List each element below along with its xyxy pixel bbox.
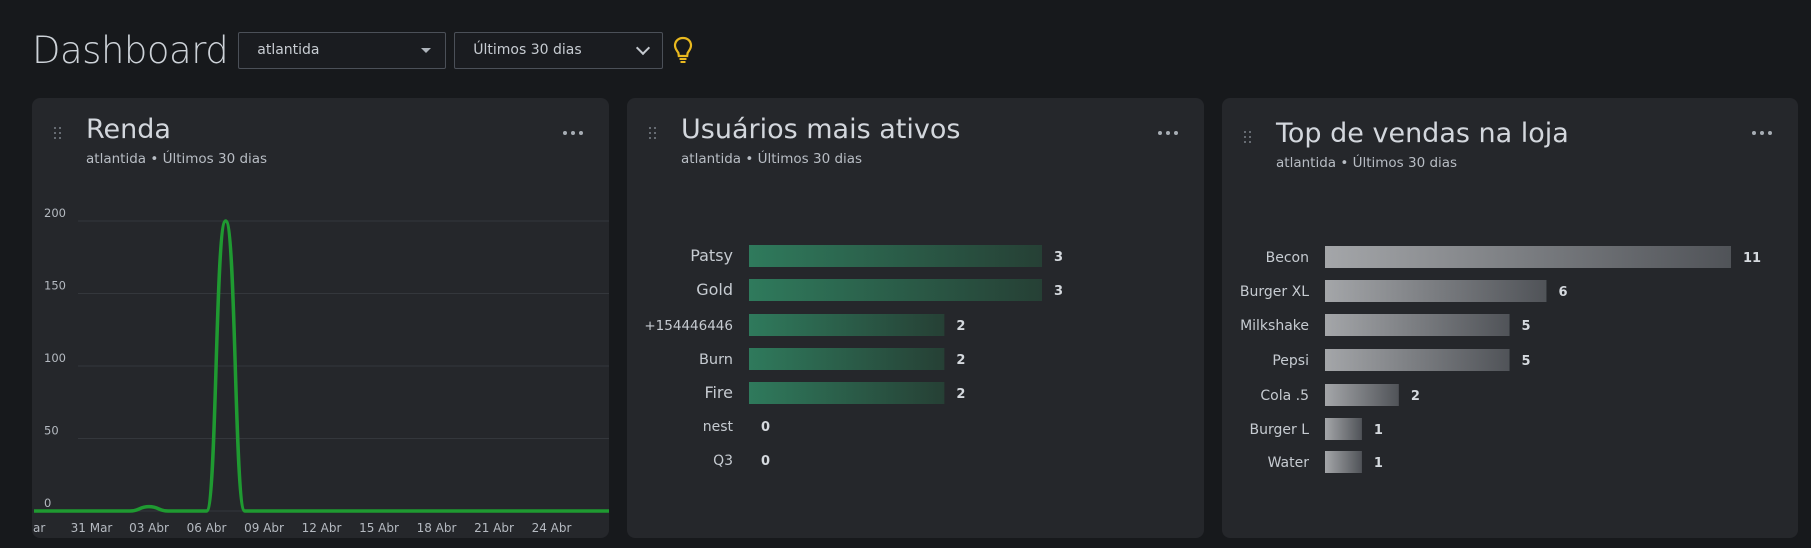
bar-value-label: 5	[1522, 319, 1531, 334]
x-tick-label: 12 Abr	[302, 521, 342, 535]
x-tick-label: 31 Mar	[71, 521, 113, 535]
bar	[1325, 418, 1362, 440]
y-tick-label: 100	[44, 351, 66, 365]
page-title: Dashboard	[32, 28, 229, 72]
bar-value-label: 11	[1743, 251, 1761, 266]
bar-category-label: Fire	[704, 383, 733, 402]
bar	[749, 348, 945, 370]
x-tick-label: 15 Abr	[359, 521, 399, 535]
bar-value-label: 5	[1522, 354, 1531, 369]
bar-value-label: 2	[1411, 389, 1420, 404]
chevron-down-icon	[636, 40, 651, 55]
bar	[749, 314, 945, 336]
store-select[interactable]: atlantida	[238, 31, 447, 69]
bar-category-label: Gold	[696, 280, 733, 299]
bar-category-label: Burger XL	[1240, 284, 1309, 300]
bar	[1325, 314, 1510, 336]
period-select-value: Últimos 30 dias	[473, 42, 582, 58]
bar-value-label: 1	[1374, 456, 1383, 471]
x-tick-label: 24 Abr	[532, 521, 572, 535]
bar-value-label: 1	[1374, 423, 1383, 438]
bar	[749, 382, 945, 404]
bar	[1325, 246, 1731, 268]
bar	[1325, 349, 1510, 371]
bar-category-label: Patsy	[690, 246, 733, 265]
bar	[1325, 384, 1399, 406]
y-tick-label: 150	[44, 279, 66, 293]
bar-value-label: 2	[956, 353, 965, 368]
bar	[749, 279, 1042, 301]
bar-value-label: 0	[761, 420, 770, 435]
bar-category-label: Water	[1268, 455, 1310, 471]
active-users-card: Usuários mais ativos atlantida • Últimos…	[627, 98, 1204, 538]
revenue-card: Renda atlantida • Últimos 30 dias 0 50 100…	[32, 98, 609, 538]
bar-category-label: Burn	[699, 352, 733, 368]
bar-category-label: Pepsi	[1272, 353, 1309, 369]
bar-value-label: 2	[956, 387, 965, 402]
y-tick-label: 200	[44, 206, 66, 220]
x-tick-label: 18 Abr	[417, 521, 457, 535]
bar-value-label: 2	[956, 319, 965, 334]
bar-category-label: Q3	[713, 453, 733, 469]
bar	[749, 245, 1042, 267]
bar	[1325, 451, 1362, 473]
x-tick-label: 21 Abr	[474, 521, 514, 535]
top-sales-bar-chart: Becon 11Burger XL 6Milkshake 5Pepsi 5Cola .5…	[1240, 246, 1761, 473]
revenue-line-chart: 0 50 100 150 200 Mar 31 Mar 03 Abr 06 Abr 09 Abr 1…	[32, 206, 609, 535]
top-sales-card: Top de vendas na loja atlantida • Último…	[1222, 98, 1798, 538]
caret-down-icon	[421, 47, 432, 53]
y-tick-label: 50	[44, 424, 59, 438]
store-select-value: atlantida	[257, 42, 320, 58]
bar-value-label: 0	[761, 454, 770, 469]
active-users-bar-chart: Patsy 3 Gold 3 +154446446 2 Burn 2 Fire 2 nest 0 Q3 0	[644, 245, 1063, 469]
y-tick-label: 0	[44, 496, 51, 510]
bar-category-label: Milkshake	[1240, 318, 1309, 334]
dashboard-header: Dashboard atlantida Últimos 30 dias	[32, 28, 695, 72]
lightbulb-icon[interactable]	[671, 34, 695, 66]
bar-category-label: nest	[703, 419, 734, 435]
bar	[1325, 280, 1547, 302]
bar-value-label: 3	[1054, 284, 1063, 299]
period-select[interactable]: Últimos 30 dias	[454, 31, 664, 69]
x-tick-label: Mar	[32, 521, 45, 535]
bar-category-label: +154446446	[644, 318, 733, 334]
x-tick-label: 03 Abr	[129, 521, 169, 535]
bar-category-label: Burger L	[1250, 422, 1310, 438]
bar-value-label: 3	[1054, 250, 1063, 265]
bar-category-label: Becon	[1266, 250, 1309, 266]
bar-category-label: Cola .5	[1260, 388, 1309, 404]
x-tick-label: 06 Abr	[187, 521, 227, 535]
x-tick-label: 09 Abr	[244, 521, 284, 535]
bar-value-label: 6	[1558, 285, 1567, 300]
